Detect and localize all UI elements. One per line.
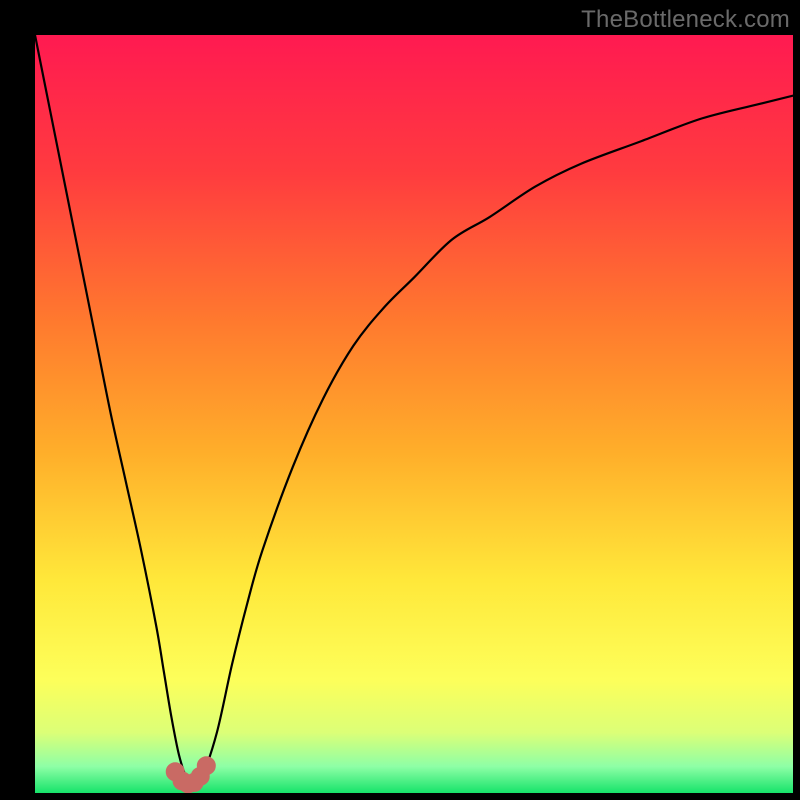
chart-frame: [35, 35, 793, 793]
chart-background: [35, 35, 793, 793]
sweet-spot-marker: [197, 757, 215, 775]
chart-plot: [35, 35, 793, 793]
watermark-text: TheBottleneck.com: [581, 6, 790, 34]
